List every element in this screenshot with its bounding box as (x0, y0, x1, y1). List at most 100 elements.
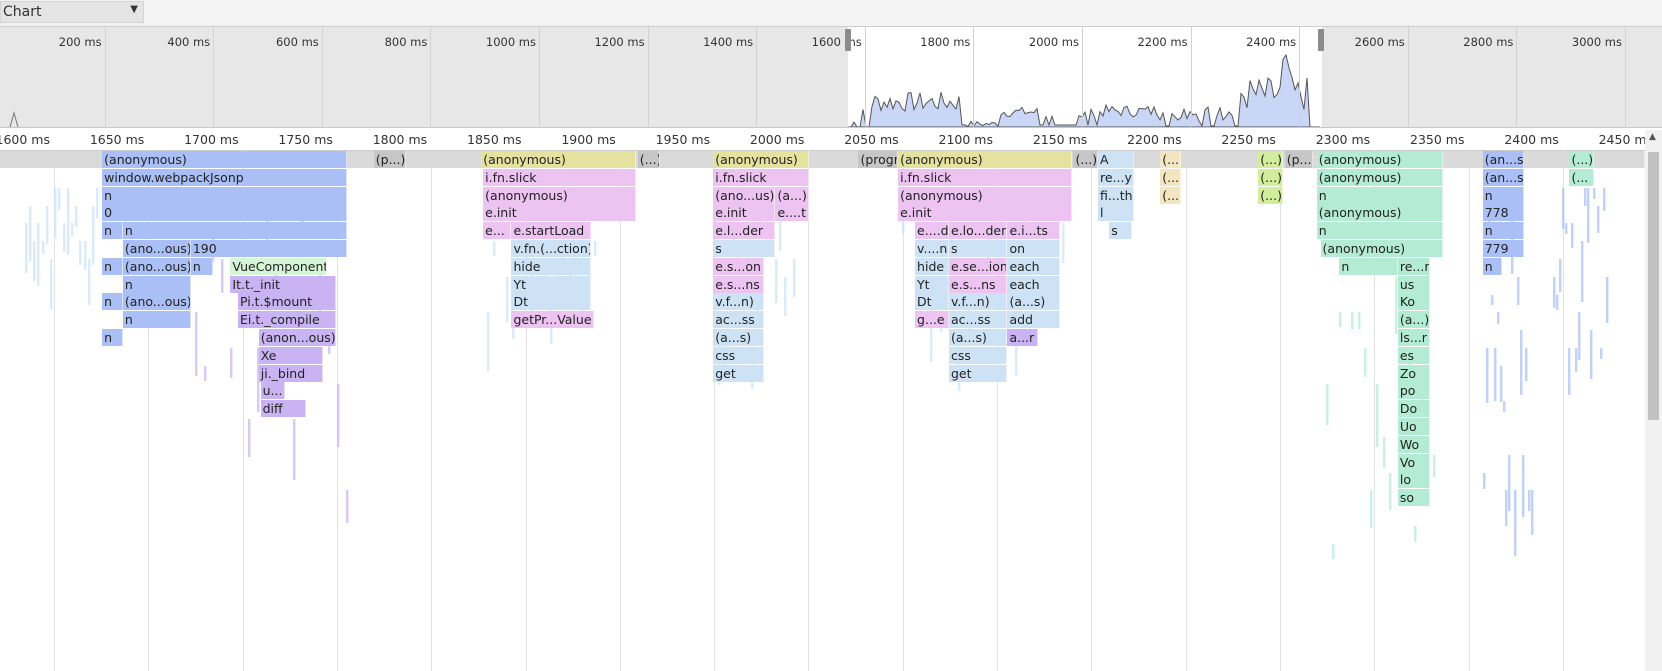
flame-call-frame[interactable]: Yt (511, 275, 591, 293)
flame-call-frame[interactable]: n (190, 257, 214, 275)
flame-call-frame[interactable]: re...y (1097, 168, 1134, 186)
flame-call-frame[interactable]: i.fn.slick (898, 168, 1072, 186)
flame-call-frame[interactable]: (anonymous) (713, 151, 810, 168)
flame-call-frame[interactable]: (anonymous) (481, 151, 636, 168)
flame-call-frame[interactable]: 190 (190, 240, 348, 257)
flame-call-frame[interactable]: s (1109, 222, 1132, 240)
vertical-scrollbar[interactable]: ▲ (1645, 130, 1662, 671)
flame-call-frame[interactable]: diff (260, 400, 306, 418)
flame-call-frame[interactable]: (a...s) (1007, 293, 1061, 311)
flame-call-frame[interactable]: 0 (102, 204, 348, 222)
flame-call-frame[interactable]: (anonymous) (898, 151, 1072, 168)
flame-call-frame[interactable]: i.fn.slick (483, 168, 636, 186)
flame-call-frame[interactable]: lo (1397, 471, 1430, 489)
scrollbar-thumb[interactable] (1648, 152, 1659, 420)
flame-call-frame[interactable]: (... (1569, 168, 1594, 186)
flame-call-frame[interactable]: e.s...ns (949, 275, 1008, 293)
flame-call-frame[interactable]: l (1097, 204, 1134, 222)
flame-call-frame[interactable]: v.f...n) (713, 293, 765, 311)
flame-call-frame[interactable]: (a...s) (949, 329, 1008, 346)
flame-call-frame[interactable]: VueComponent (230, 257, 327, 275)
flame-call-frame[interactable]: Pi.t.$mount (237, 293, 337, 311)
flame-call-frame[interactable]: n (122, 311, 191, 329)
flame-call-frame[interactable]: n (1482, 257, 1502, 275)
flame-call-frame[interactable]: (a...) (1397, 311, 1430, 329)
flame-call-frame[interactable]: (anon...ous) (258, 329, 337, 346)
scroll-up-arrow-icon[interactable]: ▲ (1649, 132, 1656, 142)
flame-call-frame[interactable]: i.fn.slick (713, 168, 810, 186)
flame-call-frame[interactable]: (...) (1160, 186, 1181, 204)
flame-call-frame[interactable]: v....n) (915, 240, 949, 257)
flame-call-frame[interactable]: (a...s) (713, 329, 765, 346)
flame-call-frame[interactable]: (anonymous) (1316, 168, 1444, 186)
flame-call-frame[interactable]: (...) (1160, 168, 1181, 186)
flame-call-frame[interactable]: v.fn.(...ction) (511, 240, 591, 257)
flame-call-frame[interactable]: hide (915, 257, 949, 275)
flame-call-frame[interactable]: e.startLoad (511, 222, 591, 240)
flame-call-frame[interactable]: e.init (898, 204, 1072, 222)
flame-call-frame[interactable]: (...) (1569, 151, 1594, 168)
flame-call-frame[interactable]: hide (511, 257, 591, 275)
flame-call-frame[interactable]: Uo (1397, 418, 1430, 435)
flame-call-frame[interactable]: (...) (1258, 186, 1283, 204)
flame-call-frame[interactable]: e.init (713, 204, 776, 222)
flame-call-frame[interactable]: ls...r (1397, 329, 1430, 346)
flame-call-frame[interactable]: (...) (637, 151, 661, 168)
flame-call-frame[interactable]: v.f...n) (949, 293, 1008, 311)
flame-call-frame[interactable]: a...r (1007, 329, 1038, 346)
flame-call-frame[interactable]: (an...s) (1482, 168, 1525, 186)
flame-call-frame[interactable]: (ano...ous) (122, 240, 191, 257)
flame-call-frame[interactable]: each (1007, 257, 1061, 275)
selection-right-handle[interactable] (1318, 29, 1324, 51)
flame-call-frame[interactable]: n (122, 275, 191, 293)
flame-chart[interactable]: (anonymous) window.webpackJsonp n 0 n n (ano..… (0, 150, 1645, 671)
flame-call-frame[interactable]: (program) (858, 151, 899, 168)
flame-call-frame[interactable]: e.se...ion (949, 257, 1008, 275)
flame-call-frame[interactable]: e....d (915, 222, 949, 240)
flame-call-frame[interactable]: ac...ss (949, 311, 1008, 329)
flame-call-frame[interactable]: n (102, 329, 123, 346)
flame-call-frame[interactable]: Vo (1397, 453, 1430, 471)
flame-call-frame[interactable]: on (1007, 240, 1061, 257)
timeline-overview[interactable]: 200 ms 400 ms 600 ms 800 ms 1000 ms 1200 ms 14… (0, 27, 1662, 128)
flame-call-frame[interactable]: e.lo...der (949, 222, 1008, 240)
flame-call-frame[interactable]: Dt (915, 293, 949, 311)
flame-call-frame[interactable]: po (1397, 382, 1430, 400)
flame-call-frame[interactable]: n (1339, 257, 1398, 275)
flame-call-frame[interactable]: get (713, 364, 765, 382)
flame-call-frame[interactable]: n (1316, 222, 1444, 240)
flame-call-frame[interactable]: (anonymous) (1316, 151, 1444, 168)
flame-call-frame[interactable]: 779 (1482, 240, 1525, 257)
flame-call-frame[interactable]: (anonymous) (1320, 240, 1444, 257)
flame-call-frame[interactable]: e.l...der (713, 222, 776, 240)
flame-call-frame[interactable]: n (1482, 186, 1525, 204)
flame-call-frame[interactable]: es (1397, 346, 1430, 364)
flame-call-frame[interactable]: Do (1397, 400, 1430, 418)
flame-call-frame[interactable]: each (1007, 275, 1061, 293)
flame-call-frame[interactable]: It.t._init (230, 275, 337, 293)
flame-call-frame[interactable]: (anonymous) (483, 186, 636, 204)
flame-call-frame[interactable]: n (102, 186, 348, 204)
flame-call-frame[interactable]: (...) (1258, 151, 1283, 168)
flame-call-frame[interactable]: (p...) (373, 151, 406, 168)
flame-call-frame[interactable]: Ko (1397, 293, 1430, 311)
flame-call-frame[interactable]: e.s...ns (713, 275, 765, 293)
flame-call-frame[interactable]: css (713, 346, 765, 364)
flame-call-frame[interactable]: e.s...on (713, 257, 765, 275)
flame-call-frame[interactable]: Ei.t._compile (237, 311, 337, 329)
flame-call-frame[interactable]: Dt (511, 293, 591, 311)
flame-call-frame[interactable]: (p...) (1284, 151, 1313, 168)
flame-call-frame[interactable]: so (1397, 489, 1430, 507)
flame-call-frame[interactable]: n (102, 293, 123, 311)
flame-call-frame[interactable]: (an...s) (1482, 151, 1525, 168)
flame-call-frame[interactable]: (...) (1258, 168, 1283, 186)
flame-call-frame[interactable]: e... (483, 222, 512, 240)
flame-call-frame[interactable]: (ano...ous) (122, 257, 191, 275)
flame-call-frame[interactable]: n (1482, 222, 1525, 240)
flame-call-frame[interactable]: n (1316, 186, 1444, 204)
flame-call-frame[interactable]: 778 (1482, 204, 1525, 222)
flame-call-frame[interactable]: Zo (1397, 364, 1430, 382)
flame-call-frame[interactable]: css (949, 346, 1008, 364)
flame-call-frame[interactable]: e.i...ts (1007, 222, 1061, 240)
flame-call-frame[interactable]: (anonymous) (898, 186, 1072, 204)
